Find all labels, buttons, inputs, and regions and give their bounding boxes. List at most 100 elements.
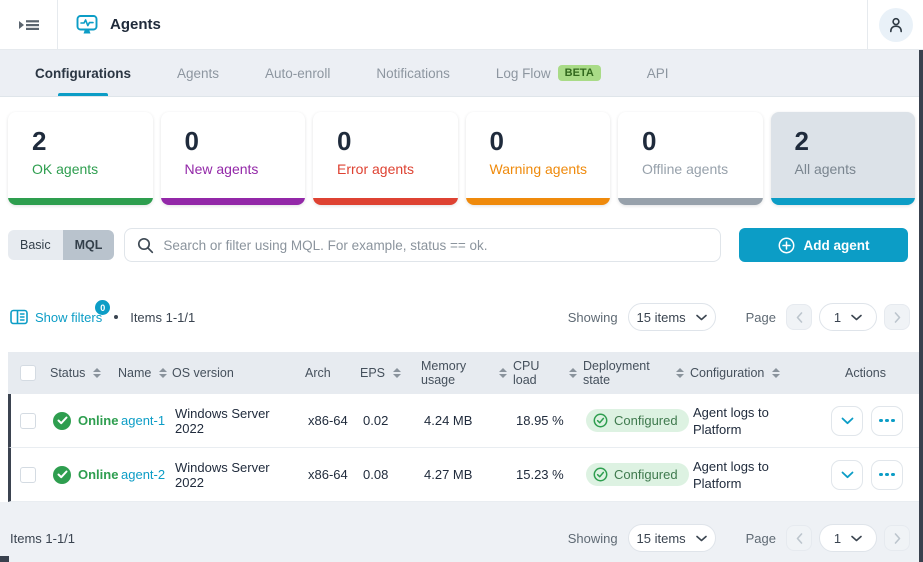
- status-badge: Online: [53, 411, 118, 430]
- card-label: Offline agents: [642, 161, 729, 177]
- card-new-agents[interactable]: 0 New agents: [160, 112, 305, 205]
- column-label: Arch: [305, 366, 331, 380]
- mode-mql-button[interactable]: MQL: [62, 230, 115, 260]
- next-page-button[interactable]: [884, 304, 910, 330]
- column-label: Configuration: [690, 366, 765, 380]
- chevron-down-icon: [695, 535, 707, 542]
- profile-button[interactable]: [878, 7, 913, 42]
- deployment-text: Configured: [614, 467, 678, 482]
- window-corner: [0, 556, 9, 562]
- items-per-page-select[interactable]: 15 items: [627, 524, 716, 552]
- bottom-pagination: Showing 15 items Page 1: [568, 524, 910, 552]
- expand-row-button[interactable]: [831, 459, 863, 490]
- table-row: Online agent-2 Windows Server 2022 x86-6…: [8, 448, 919, 502]
- table-header-row: Status Name OS version Arch EPS Memory u…: [8, 352, 919, 394]
- memory-cell: 4.27 MB: [424, 467, 473, 482]
- search-toolbar: Basic MQL Add agent: [8, 228, 908, 262]
- os-version-cell: Windows Server 2022: [175, 459, 270, 490]
- column-header-arch: Arch: [299, 366, 354, 380]
- tab-agents[interactable]: Agents: [154, 50, 242, 96]
- prev-page-button[interactable]: [786, 304, 812, 330]
- card-all-agents[interactable]: 2 All agents: [770, 112, 915, 205]
- column-header-cpu[interactable]: CPU load: [507, 359, 577, 387]
- expand-row-button[interactable]: [831, 405, 863, 436]
- top-pagination: Showing 15 items Page 1: [568, 303, 910, 331]
- sort-arrows-icon: [499, 368, 507, 378]
- column-header-status[interactable]: Status: [44, 366, 112, 380]
- card-ok-agents[interactable]: 2 OK agents: [8, 112, 153, 205]
- chevron-right-icon: [894, 311, 901, 323]
- card-value: 0: [337, 126, 352, 156]
- chevron-left-icon: [796, 311, 803, 323]
- chevron-down-icon: [841, 471, 854, 479]
- tab-api[interactable]: API: [624, 50, 692, 96]
- row-checkbox[interactable]: [20, 466, 36, 483]
- show-filters-button[interactable]: Show filters 0: [10, 300, 111, 325]
- column-label: Memory usage: [421, 359, 467, 387]
- items-per-page-select[interactable]: 15 items: [627, 303, 716, 331]
- mode-basic-button[interactable]: Basic: [8, 230, 63, 260]
- chevron-right-icon: [894, 532, 901, 544]
- configuration-cell: Agent logs to Platform: [693, 458, 769, 491]
- page-title: Agents: [110, 16, 161, 33]
- profile-area: [867, 0, 923, 49]
- column-header-deployment[interactable]: Deployment state: [577, 359, 684, 387]
- beta-badge: BETA: [557, 65, 601, 81]
- row-checkbox[interactable]: [20, 412, 36, 429]
- tab-notifications[interactable]: Notifications: [353, 50, 473, 96]
- column-header-eps[interactable]: EPS: [354, 366, 415, 380]
- card-value: 2: [32, 126, 47, 156]
- page-select[interactable]: 1: [819, 303, 877, 331]
- card-label: OK agents: [32, 161, 99, 177]
- status-badge: Online: [53, 465, 119, 484]
- column-header-memory[interactable]: Memory usage: [415, 359, 507, 387]
- card-color-bar: [313, 198, 458, 205]
- page-title-group: Agents: [58, 12, 161, 38]
- tab-label: Notifications: [376, 65, 450, 81]
- next-page-button[interactable]: [884, 525, 910, 551]
- tab-auto-enroll[interactable]: Auto-enroll: [242, 50, 353, 96]
- card-value: 0: [184, 126, 199, 156]
- add-agent-button[interactable]: Add agent: [739, 228, 908, 262]
- agent-name-link[interactable]: agent-1: [121, 413, 165, 428]
- column-header-configuration[interactable]: Configuration: [684, 366, 806, 380]
- column-label: Deployment state: [583, 359, 650, 387]
- prev-page-button[interactable]: [786, 525, 812, 551]
- tab-label: Agents: [177, 65, 220, 81]
- sort-arrows-icon: [569, 368, 577, 378]
- card-error-agents[interactable]: 0 Error agents: [313, 112, 458, 205]
- card-offline-agents[interactable]: 0 Offline agents: [618, 112, 763, 205]
- check-circle-icon: [53, 465, 71, 484]
- eps-cell: 0.02: [363, 413, 389, 428]
- agent-name-link[interactable]: agent-2: [121, 467, 165, 482]
- chevron-left-icon: [796, 532, 803, 544]
- os-version-cell: Windows Server 2022: [175, 405, 270, 436]
- search-input[interactable]: [163, 237, 720, 253]
- showing-label: Showing: [567, 530, 618, 546]
- check-circle-outline-icon: [593, 413, 608, 428]
- page-label: Page: [745, 530, 776, 546]
- card-color-bar: [618, 198, 763, 205]
- column-label: Status: [50, 366, 86, 380]
- three-dots-icon: [879, 418, 883, 423]
- tab-log-flow[interactable]: Log Flow BETA: [473, 50, 624, 96]
- row-menu-button[interactable]: [871, 405, 903, 436]
- card-warning-agents[interactable]: 0 Warning agents: [465, 112, 610, 205]
- column-label: OS version: [172, 366, 234, 380]
- status-text: Online: [78, 467, 119, 482]
- tab-configurations[interactable]: Configurations: [12, 50, 154, 96]
- filter-panel-icon: [10, 309, 28, 325]
- sort-arrows-icon: [93, 368, 102, 378]
- column-header-name[interactable]: Name: [112, 366, 168, 380]
- row-menu-button[interactable]: [871, 459, 903, 490]
- table-row: Online agent-1 Windows Server 2022 x86-6…: [8, 394, 919, 448]
- column-label: CPU load: [513, 359, 540, 387]
- select-all-checkbox[interactable]: [20, 365, 36, 381]
- card-value: 0: [642, 126, 657, 156]
- card-label: Error agents: [337, 161, 415, 177]
- memory-cell: 4.24 MB: [424, 413, 473, 428]
- sidebar-toggle-button[interactable]: [0, 0, 58, 49]
- cpu-cell: 15.23 %: [516, 467, 564, 482]
- add-agent-label: Add agent: [803, 237, 870, 253]
- page-select[interactable]: 1: [819, 524, 877, 552]
